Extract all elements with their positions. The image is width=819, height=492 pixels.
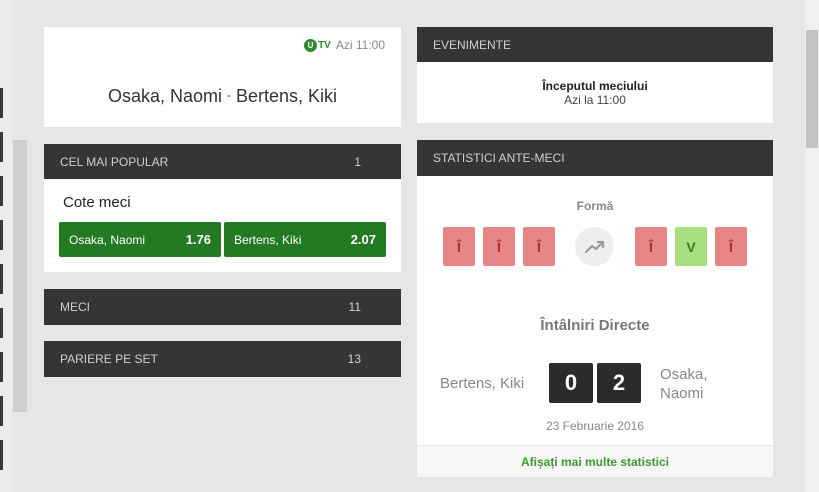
stats-section-body: Formă Î Î Î Î V Î Întâlniri Directe Bert…: [417, 176, 773, 477]
h2h-score-left: 0: [549, 363, 593, 403]
form-result-badge: Î: [523, 227, 555, 266]
stats-section-label: STATISTICI ANTE-MECI: [433, 151, 565, 165]
sidebar-tick: [0, 176, 3, 206]
form-result-badge: Î: [483, 227, 515, 266]
form-result-badge: Î: [715, 227, 747, 266]
odds-selection-name: Bertens, Kiki: [234, 232, 302, 247]
title-separator: -: [227, 88, 231, 102]
tv-icon: U TV: [304, 38, 331, 52]
trend-icon: [575, 227, 614, 266]
sidebar-tick: [0, 352, 3, 382]
popular-section-header[interactable]: CEL MAI POPULAR 1: [44, 144, 401, 179]
odds-price: 1.76: [185, 232, 211, 247]
h2h-left-player: Bertens, Kiki: [440, 375, 525, 392]
tv-logo-letter: U: [304, 38, 318, 52]
section-count: 13: [347, 352, 361, 366]
event-title: Începutul meciului: [542, 79, 648, 93]
section-header-pariere-pe-set[interactable]: PARIERE PE SET 13: [44, 341, 401, 377]
tv-info: U TV Azi 11:00: [304, 38, 385, 52]
popular-section-body: Cote meci Osaka, Naomi 1.76 Bertens, Kik…: [44, 179, 401, 272]
h2h-right-player: Osaka, Naomi: [660, 366, 708, 402]
sidebar-tick: [0, 396, 3, 426]
head-to-head-title: Întâlniri Directe: [540, 317, 650, 334]
events-section-body: Începutul meciului Azi la 11:00: [417, 62, 773, 123]
match-start-time: Azi 11:00: [335, 38, 385, 52]
left-scrollbar-thumb[interactable]: [13, 140, 27, 412]
events-section-label: EVENIMENTE: [433, 37, 512, 52]
player-two-name: Bertens, Kiki: [236, 86, 338, 106]
form-result-badge: V: [675, 227, 707, 266]
h2h-score-right: 2: [597, 363, 641, 403]
odds-selection-name: Osaka, Naomi: [69, 232, 146, 247]
odds-button-player-one[interactable]: Osaka, Naomi 1.76: [59, 222, 221, 257]
left-sidebar-edge: [0, 0, 12, 492]
sidebar-tick: [0, 440, 3, 470]
form-label: Formă: [576, 199, 614, 213]
sidebar-tick: [0, 220, 3, 250]
sidebar-tick: [0, 264, 3, 294]
sidebar-tick: [0, 308, 3, 338]
stats-section-header: STATISTICI ANTE-MECI: [417, 140, 773, 176]
section-header-meci[interactable]: MECI 11: [44, 289, 401, 325]
h2h-date: 23 Februarie 2016: [545, 419, 645, 433]
player-one-name: Osaka, Naomi: [107, 86, 222, 106]
odds-button-player-two[interactable]: Bertens, Kiki 2.07: [224, 222, 386, 257]
match-header-card: U TV Azi 11:00 Osaka, Naomi - Bertens, Kik…: [44, 27, 401, 127]
popular-section-count: 1: [354, 154, 361, 169]
right-scrollbar-thumb[interactable]: [806, 30, 818, 148]
section-label: PARIERE PE SET: [60, 352, 158, 366]
form-result-badge: Î: [443, 227, 475, 266]
sidebar-tick: [0, 88, 3, 118]
market-title: Cote meci: [63, 194, 131, 211]
right-gutter: [789, 0, 805, 492]
section-label: MECI: [60, 300, 90, 314]
match-title: Osaka, Naomi - Bertens, Kiki: [44, 86, 401, 107]
more-stats-link[interactable]: Afișați mai multe statistici: [417, 445, 773, 477]
odds-price: 2.07: [350, 232, 376, 247]
form-result-badge: Î: [635, 227, 667, 266]
tv-logo-label: TV: [318, 39, 331, 51]
event-time: Azi la 11:00: [564, 93, 626, 107]
events-section-header: EVENIMENTE: [417, 27, 773, 62]
popular-section-label: CEL MAI POPULAR: [60, 154, 169, 169]
section-count: 11: [348, 300, 361, 314]
sidebar-tick: [0, 132, 3, 162]
